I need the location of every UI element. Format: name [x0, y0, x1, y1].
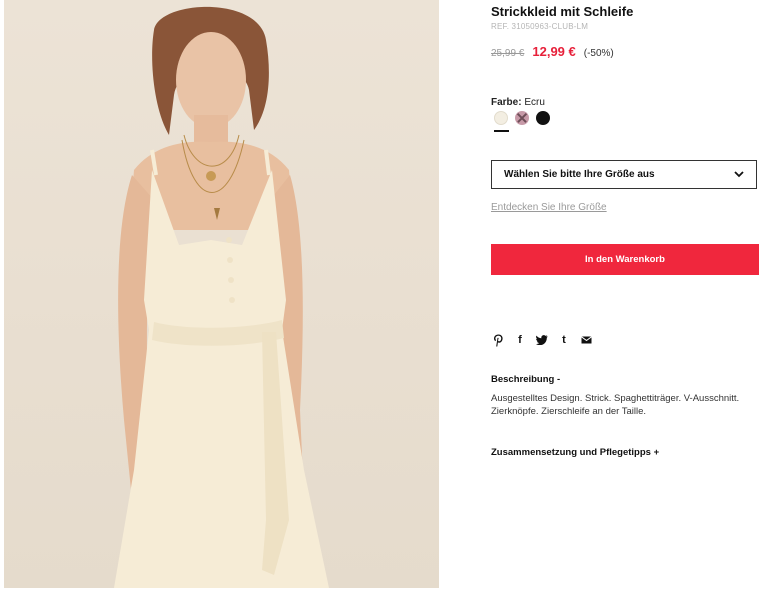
model-illustration — [114, 6, 329, 588]
description-text: Ausgestelltes Design. Strick. Spaghettit… — [491, 393, 740, 417]
swatch-ecru[interactable] — [494, 111, 508, 125]
sale-price: 12,99 € — [532, 44, 576, 59]
price-row: 25,99 € 12,99 € (-50%) — [491, 44, 614, 59]
add-to-cart-button[interactable]: In den Warenkorb — [491, 244, 759, 275]
description-heading[interactable]: Beschreibung - — [491, 374, 560, 385]
old-price: 25,99 € — [491, 48, 525, 59]
size-guide-link[interactable]: Entdecken Sie Ihre Größe — [491, 202, 607, 213]
chevron-down-icon — [734, 171, 744, 178]
swatch-pink[interactable] — [515, 111, 529, 125]
size-select[interactable]: Wählen Sie bitte Ihre Größe aus — [491, 160, 757, 189]
color-label-row: Farbe: Ecru — [491, 97, 545, 108]
color-swatches — [494, 111, 550, 125]
share-icons: f t — [491, 333, 593, 347]
facebook-icon[interactable]: f — [513, 333, 527, 347]
tumblr-icon[interactable]: t — [557, 333, 571, 347]
product-reference: REF. 31050963-CLUB-LM — [491, 22, 589, 31]
pinterest-icon[interactable] — [491, 333, 505, 347]
product-title: Strickkleid mit Schleife — [491, 4, 634, 19]
discount-badge: (-50%) — [583, 48, 614, 59]
swatch-black[interactable] — [536, 111, 550, 125]
product-photo[interactable] — [4, 0, 439, 588]
mail-icon[interactable] — [579, 333, 593, 347]
color-label: Farbe: — [491, 97, 522, 108]
color-value: Ecru — [524, 97, 545, 108]
twitter-icon[interactable] — [535, 333, 549, 347]
size-select-placeholder: Wählen Sie bitte Ihre Größe aus — [504, 169, 655, 180]
composition-care-toggle[interactable]: Zusammensetzung und Pflegetipps + — [491, 447, 659, 458]
selected-swatch-indicator — [494, 130, 509, 132]
